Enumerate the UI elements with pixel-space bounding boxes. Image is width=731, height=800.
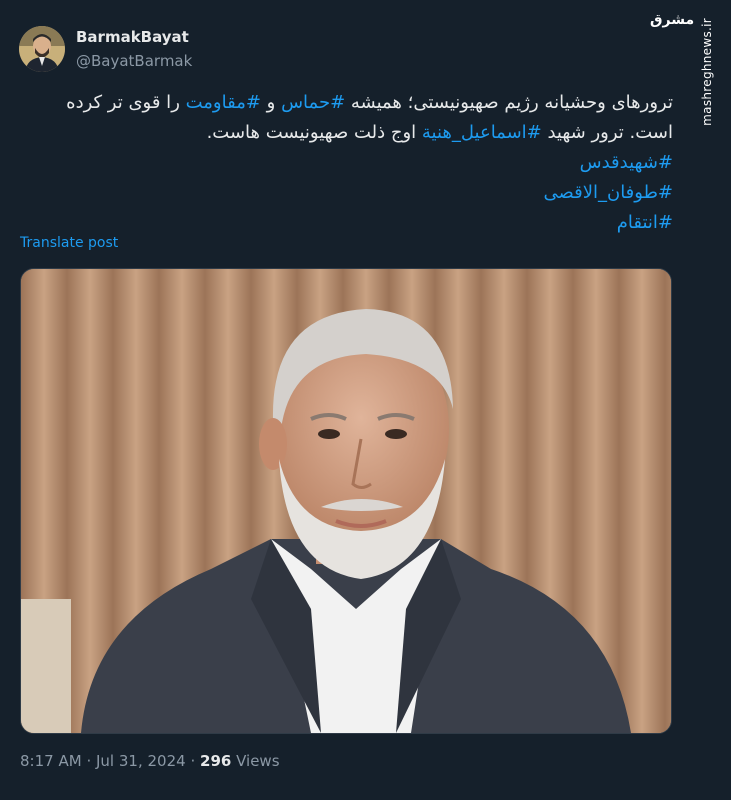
tweet-text-segment: است. ترور شهید	[541, 122, 673, 143]
tweet-text: ترورهای وحشیانه رژیم صهیونیستی؛ همیشه #ح…	[33, 88, 673, 238]
tweet-line-1: ترورهای وحشیانه رژیم صهیونیستی؛ همیشه #ح…	[33, 88, 673, 118]
meta-separator: ·	[86, 752, 92, 770]
hashtag-haniyeh[interactable]: #اسماعیل_هنیة	[422, 122, 542, 143]
tweet-line-2: است. ترور شهید #اسماعیل_هنیة اوج ذلت صهی…	[33, 118, 673, 148]
tweet-text-segment: ترورهای وحشیانه رژیم صهیونیستی؛ همیشه	[345, 92, 673, 113]
watermark-site: mashreghnews.ir	[700, 18, 714, 126]
hashtag-resistance[interactable]: #مقاومت	[186, 92, 261, 113]
views-label: Views	[236, 752, 280, 770]
hashtag-al-aqsa-flood[interactable]: #طوفان_الاقصی	[544, 182, 674, 203]
tweet-text-segment: و	[260, 92, 282, 113]
tweet-text-segment: را قوی تر کرده	[66, 92, 186, 113]
avatar-image	[19, 26, 65, 72]
post-meta: 8:17 AM · Jul 31, 2024 · 296 Views	[20, 752, 280, 770]
post-date[interactable]: Jul 31, 2024	[96, 752, 186, 770]
tweet-text-segment: اوج ذلت صهیونیست هاست.	[206, 122, 422, 143]
avatar[interactable]	[19, 26, 65, 72]
meta-separator: ·	[190, 752, 196, 770]
views-count: 296	[200, 752, 232, 770]
photo-portrait	[21, 269, 671, 733]
author-handle[interactable]: @BayatBarmak	[76, 52, 192, 70]
hashtag-hamas[interactable]: #حماس	[281, 92, 345, 113]
post-time[interactable]: 8:17 AM	[20, 752, 82, 770]
hashtag-revenge[interactable]: #انتقام	[617, 212, 673, 233]
watermark-logo: مشرق	[650, 12, 695, 28]
post-image[interactable]	[20, 268, 672, 734]
hashtag-quds-martyr[interactable]: #شهیدقدس	[580, 152, 673, 173]
author-display-name[interactable]: BarmakBayat	[76, 28, 189, 46]
translate-post-link[interactable]: Translate post	[20, 235, 118, 251]
